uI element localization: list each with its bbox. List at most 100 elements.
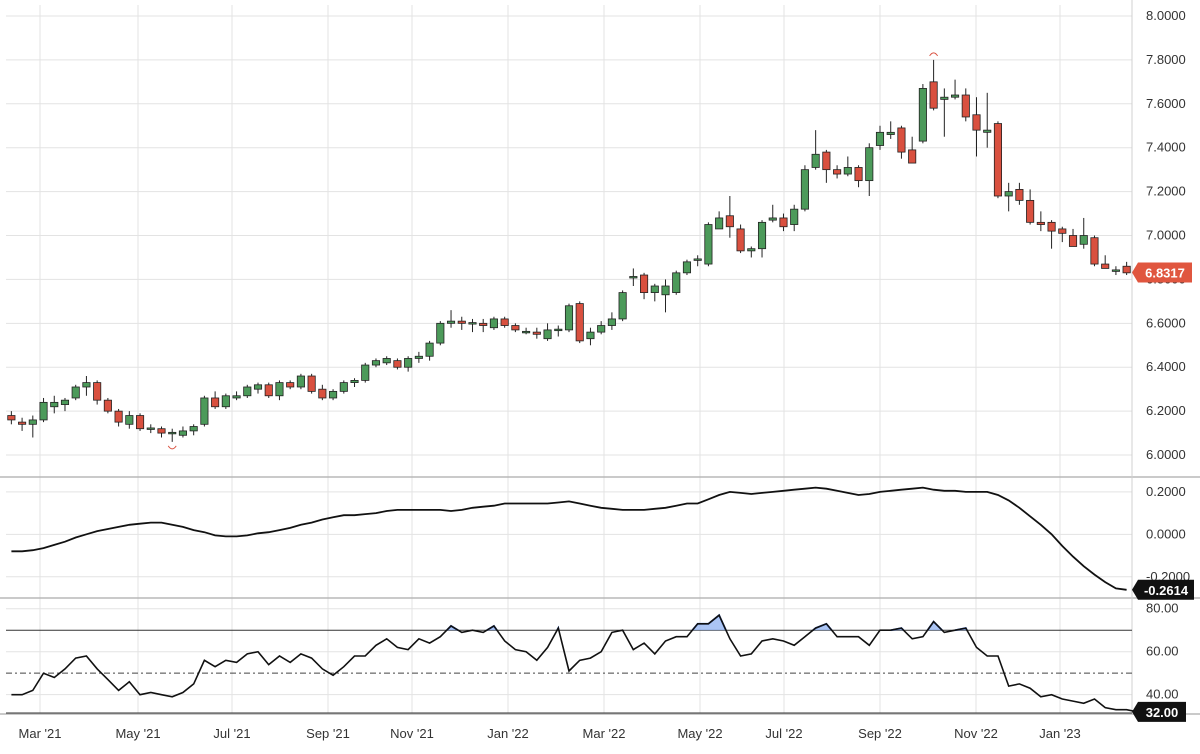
candle xyxy=(843,156,852,177)
candle xyxy=(7,411,16,425)
candle-body xyxy=(307,375,316,392)
indicator1-line xyxy=(11,486,1127,591)
candle xyxy=(586,327,595,346)
candle xyxy=(189,424,198,436)
candle-body xyxy=(983,129,992,133)
candle xyxy=(350,378,359,387)
candle xyxy=(286,380,295,390)
candle xyxy=(489,316,498,330)
candle xyxy=(1004,182,1013,212)
candle xyxy=(136,413,145,431)
candle xyxy=(618,290,627,322)
candle-body xyxy=(382,358,391,364)
candle xyxy=(318,384,327,401)
candle-body xyxy=(554,328,563,332)
candle xyxy=(607,312,616,330)
indicator2-last-label: 32.00 xyxy=(1146,705,1179,720)
candle-body xyxy=(253,384,263,390)
indicator1-last-label: -0.2614 xyxy=(1144,583,1189,598)
candle-body xyxy=(178,430,187,436)
candle xyxy=(468,318,477,333)
candle xyxy=(71,384,80,401)
candle xyxy=(28,415,37,438)
candle xyxy=(522,327,531,335)
y-tick-label: 7.6000 xyxy=(1146,96,1186,111)
y-tick-label: 7.0000 xyxy=(1146,228,1186,243)
candle xyxy=(168,428,177,442)
y-tick-label: 7.8000 xyxy=(1146,52,1186,67)
candle xyxy=(1047,220,1056,249)
candle-body xyxy=(1111,269,1120,272)
candle xyxy=(393,358,402,370)
candle xyxy=(114,408,123,427)
x-tick-label: Nov '22 xyxy=(954,726,998,741)
candle-body xyxy=(951,94,960,98)
candle-body xyxy=(500,318,509,326)
candle-body xyxy=(414,355,423,359)
candle-body xyxy=(329,390,338,399)
candle xyxy=(757,220,767,258)
candle-body xyxy=(189,426,198,432)
candle xyxy=(1090,235,1099,267)
x-tick-label: Nov '21 xyxy=(390,726,434,741)
candle-body xyxy=(446,320,456,324)
candle-body xyxy=(682,261,692,274)
candle xyxy=(983,92,992,148)
candle xyxy=(1079,217,1088,249)
candle-body xyxy=(114,410,123,423)
candle-body xyxy=(886,131,895,135)
candle-body xyxy=(918,88,927,142)
candle-body xyxy=(768,217,777,221)
candle xyxy=(564,303,574,333)
candle xyxy=(157,426,166,438)
candle-body xyxy=(575,303,584,342)
candle xyxy=(1111,266,1120,276)
candle-body xyxy=(221,395,230,408)
candle xyxy=(404,356,413,372)
candle-body xyxy=(929,81,938,109)
x-tick-label: Sep '22 xyxy=(858,726,902,741)
candle-body xyxy=(1122,265,1131,274)
indicator1-panel xyxy=(11,486,1127,591)
candle-body xyxy=(779,217,788,228)
candle-body xyxy=(757,221,767,250)
candle-body xyxy=(811,153,820,168)
candle xyxy=(833,165,842,179)
candle xyxy=(436,321,445,346)
candle-body xyxy=(60,399,70,405)
candle-body xyxy=(822,151,831,171)
y-tick-label: 6.0000 xyxy=(1146,447,1186,462)
candle xyxy=(532,327,541,339)
candle xyxy=(382,356,391,366)
candle-body xyxy=(843,167,852,175)
candle xyxy=(1015,182,1024,205)
candle xyxy=(682,259,692,276)
candle-body xyxy=(650,285,659,293)
candle-body xyxy=(200,397,209,425)
indicator2-panel xyxy=(6,613,1138,714)
candle-body xyxy=(489,318,498,329)
candle xyxy=(736,224,745,254)
low-marker xyxy=(167,445,177,450)
candle-body xyxy=(715,217,724,230)
x-tick-label: May '22 xyxy=(677,726,722,741)
candle xyxy=(854,165,863,188)
candle-body xyxy=(82,382,91,388)
candle-body xyxy=(618,292,627,320)
candle xyxy=(329,389,338,401)
candle-body xyxy=(865,147,874,182)
x-tick-label: Mar '22 xyxy=(583,726,626,741)
candle-body xyxy=(1036,221,1045,225)
candle-body xyxy=(661,285,670,296)
candle xyxy=(993,121,1002,199)
candle-body xyxy=(350,380,359,384)
candle-body xyxy=(564,305,574,331)
y-tick-label: 8.0000 xyxy=(1146,8,1186,23)
candle-body xyxy=(136,415,145,430)
candle-body xyxy=(833,169,842,175)
candle-body xyxy=(393,360,402,368)
candle-body xyxy=(736,228,745,252)
candle-body xyxy=(232,395,241,399)
candle xyxy=(93,380,102,405)
candle-body xyxy=(275,382,284,397)
